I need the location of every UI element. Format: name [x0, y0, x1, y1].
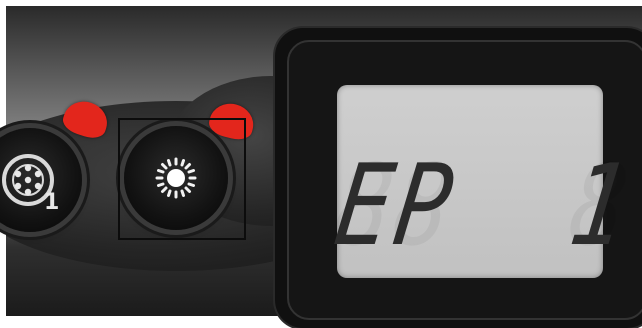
light-sun-icon — [155, 157, 197, 199]
light-button[interactable] — [124, 126, 228, 230]
program-dial-icon — [2, 154, 54, 206]
program-badge: 1 — [44, 190, 60, 215]
lcd-readout: EP 1 — [327, 141, 640, 271]
program-button[interactable]: 1 — [0, 128, 82, 232]
